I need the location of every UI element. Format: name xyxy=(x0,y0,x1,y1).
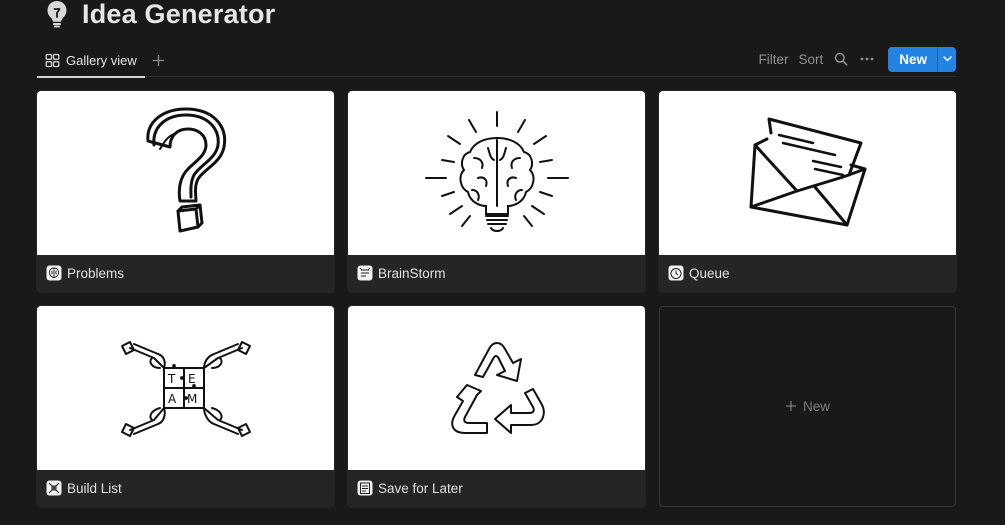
envelope-illustration xyxy=(749,117,866,227)
card-cover: T E A M xyxy=(37,306,334,470)
new-card-label: New xyxy=(802,399,830,414)
card-cover xyxy=(348,306,645,470)
new-button[interactable]: New xyxy=(888,46,937,72)
card-title: Build List xyxy=(46,478,122,498)
gallery-card-save-for-later[interactable]: Save for Later xyxy=(348,306,645,507)
card-title: Problems xyxy=(46,263,124,283)
brain-icon xyxy=(46,265,62,281)
gallery-card-problems[interactable]: Problems xyxy=(37,91,334,292)
svg-text:E: E xyxy=(188,372,196,386)
gallery-grid-icon xyxy=(45,53,60,68)
database-toolbar: Gallery view Filter Sort New xyxy=(37,44,956,78)
lightbulb-icon[interactable] xyxy=(44,0,70,29)
notepad-icon xyxy=(357,480,373,496)
gallery-card-brainstorm[interactable]: BrainStorm xyxy=(348,91,645,292)
more-horizontal-icon xyxy=(860,57,874,61)
svg-text:A: A xyxy=(168,392,177,406)
card-title-text: Problems xyxy=(67,265,125,281)
gallery-card-build-list[interactable]: T E A M Build List xyxy=(37,306,334,507)
card-title-text: Queue xyxy=(689,265,730,281)
brain-storm-icon xyxy=(357,265,373,281)
plus-icon xyxy=(152,54,164,66)
question-mark-illustration xyxy=(145,107,226,233)
card-title: BrainStorm xyxy=(357,263,446,283)
search-button[interactable] xyxy=(828,46,854,72)
card-cover xyxy=(659,91,956,255)
puzzle-icon xyxy=(46,480,62,496)
add-view-button[interactable] xyxy=(148,50,168,70)
plus-icon xyxy=(785,398,797,415)
team-puzzle-illustration: T E A M xyxy=(120,341,251,437)
card-cover xyxy=(37,91,334,255)
page-header: Idea Generator xyxy=(44,0,275,32)
add-new-card-button[interactable]: New xyxy=(659,306,956,507)
clock-icon xyxy=(668,265,684,281)
page-title[interactable]: Idea Generator xyxy=(82,0,275,30)
svg-text:T: T xyxy=(167,372,176,386)
card-title: Save for Later xyxy=(357,478,463,498)
card-title-text: BrainStorm xyxy=(378,265,446,281)
card-title: Queue xyxy=(668,263,730,283)
new-button-group: New xyxy=(888,46,956,72)
search-icon xyxy=(834,52,848,66)
tab-label: Gallery view xyxy=(66,53,137,68)
chevron-down-icon xyxy=(942,56,952,62)
card-cover xyxy=(348,91,645,255)
tab-gallery-view[interactable]: Gallery view xyxy=(37,44,145,78)
brain-lightbulb-illustration xyxy=(424,111,569,232)
gallery-card-queue[interactable]: Queue xyxy=(659,91,956,292)
toolbar-actions: Filter Sort New xyxy=(753,46,956,72)
recycle-illustration xyxy=(450,342,545,434)
more-options-button[interactable] xyxy=(854,46,880,72)
card-title-text: Save for Later xyxy=(378,480,463,496)
filter-button[interactable]: Filter xyxy=(753,46,793,72)
sort-button[interactable]: Sort xyxy=(793,46,828,72)
svg-text:M: M xyxy=(187,392,197,406)
new-dropdown-button[interactable] xyxy=(937,46,956,72)
card-title-text: Build List xyxy=(67,480,122,496)
